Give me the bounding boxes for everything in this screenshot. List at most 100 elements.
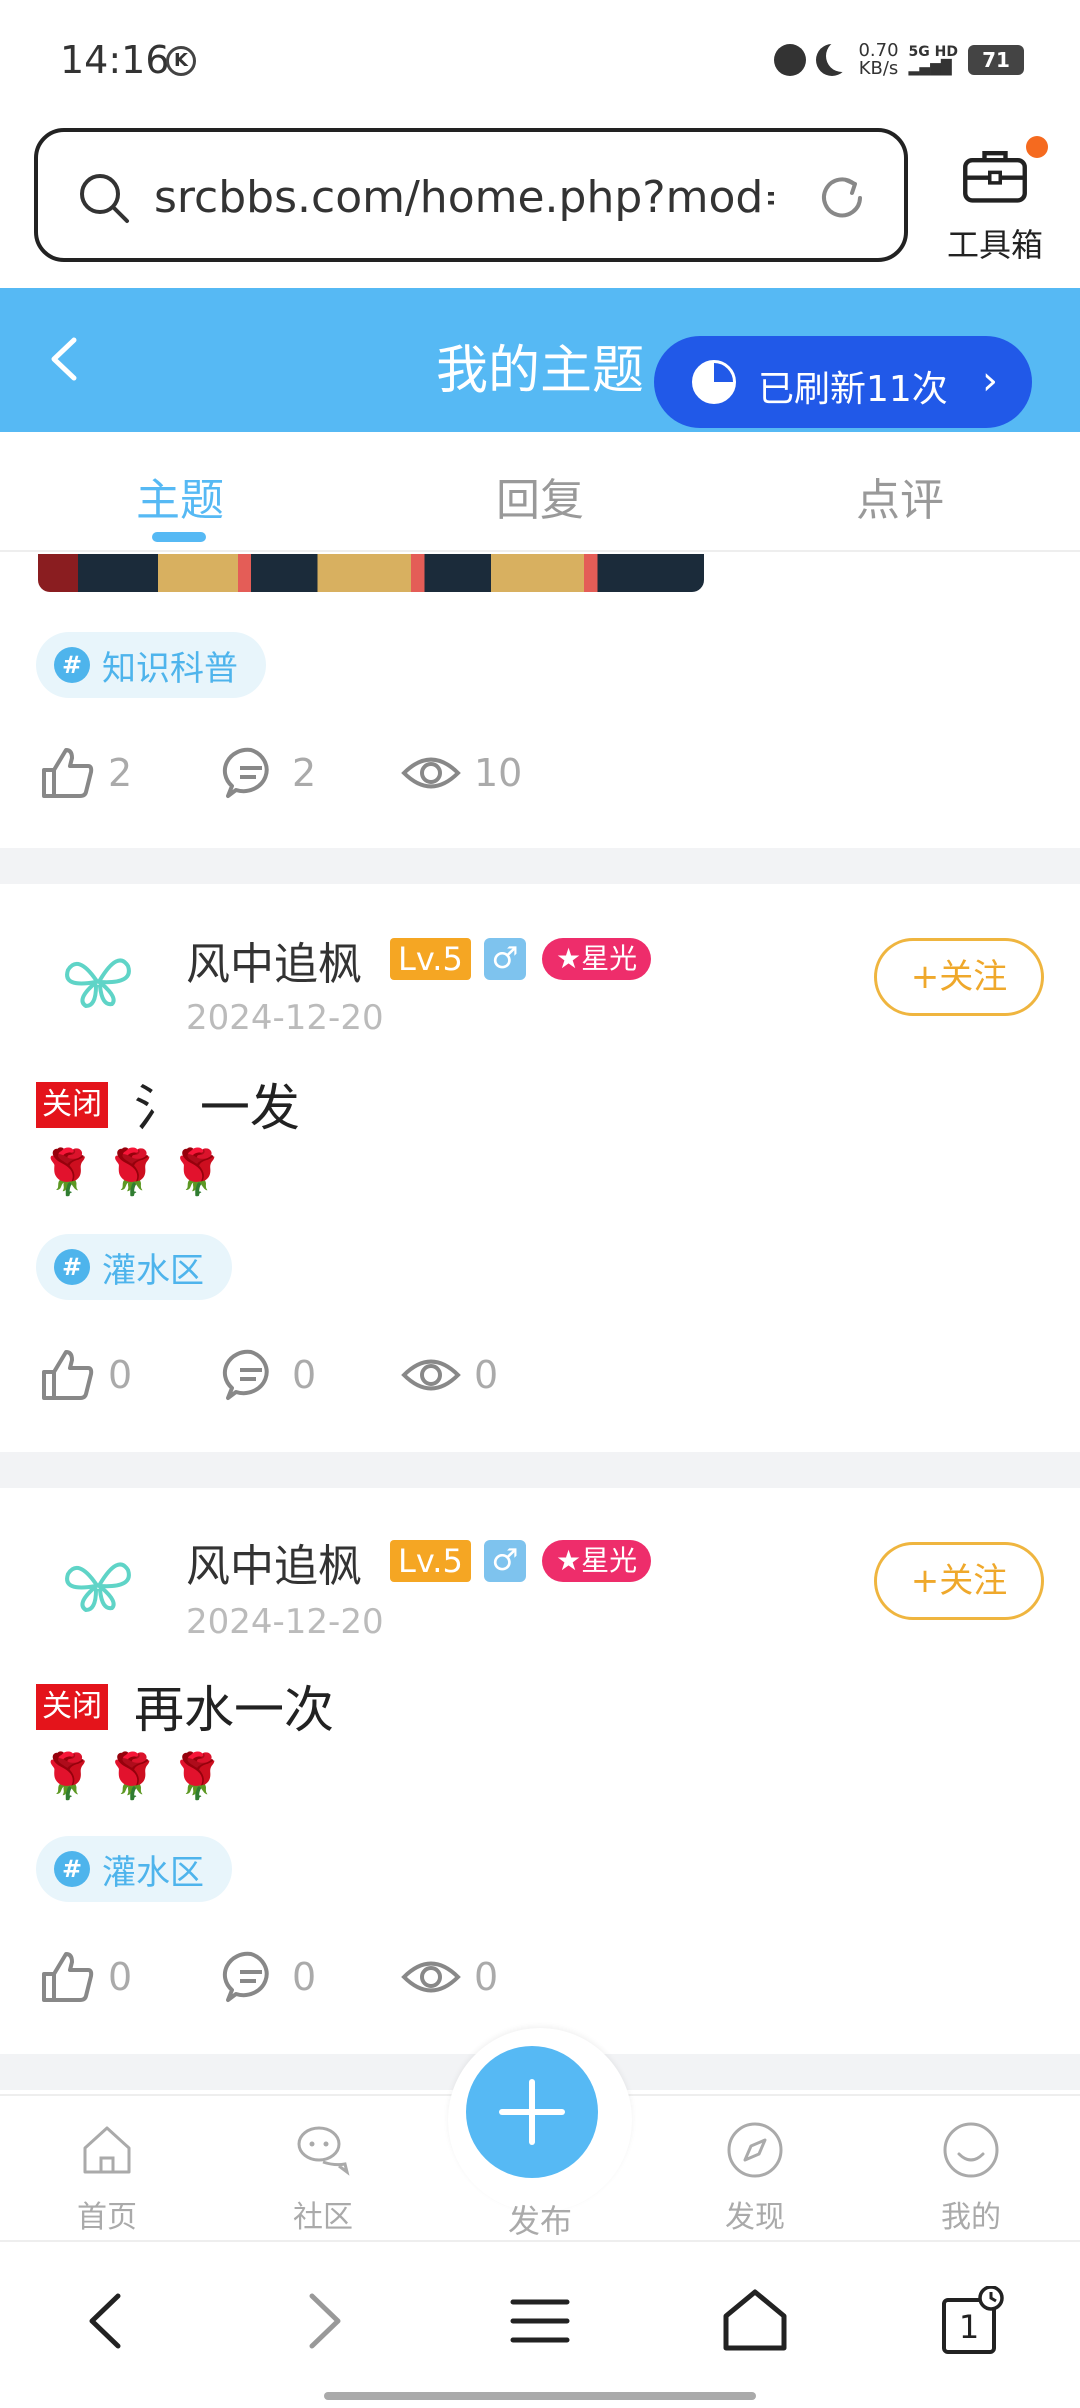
- tab-topics[interactable]: 主题: [0, 464, 360, 528]
- post-content[interactable]: 🌹🌹🌹: [40, 1146, 234, 1198]
- tab-comments[interactable]: 点评: [720, 464, 1080, 528]
- comment-button[interactable]: 0: [222, 1942, 316, 2012]
- like-button[interactable]: 0: [38, 1942, 132, 2012]
- moon-icon: [816, 44, 848, 76]
- comment-icon: [222, 747, 269, 798]
- nav-discover[interactable]: 发现: [680, 2120, 830, 2236]
- post-stats: 0 0 0: [38, 1942, 738, 2012]
- comment-count: 0: [292, 1353, 317, 1397]
- eye-icon: [401, 757, 461, 789]
- closed-badge: 关闭: [36, 1684, 108, 1730]
- tab-indicator: [152, 532, 206, 542]
- star-badge: ★星光: [542, 1540, 652, 1582]
- toolbox-button[interactable]: 工具箱: [940, 136, 1050, 266]
- k-icon: K: [166, 46, 196, 76]
- comment-icon: [222, 1951, 269, 2002]
- view-count: 0: [474, 1353, 499, 1397]
- topic-tag[interactable]: # 灌水区: [36, 1234, 232, 1300]
- url-bar[interactable]: srcbbs.com/home.php?mod=…: [34, 128, 908, 262]
- male-icon: ♂: [484, 1540, 526, 1582]
- publish-button[interactable]: [466, 2046, 598, 2178]
- level-badge: Lv.5: [390, 1540, 471, 1582]
- like-count: 0: [108, 1955, 133, 1999]
- nav-label: 发现: [725, 2200, 785, 2235]
- publish-label: 发布: [507, 2202, 572, 2240]
- topic-tag[interactable]: # 灌水区: [36, 1836, 232, 1902]
- post-date: 2024-12-20: [186, 1602, 384, 1642]
- battery-icon: 71: [968, 45, 1024, 75]
- comment-count: 2: [292, 751, 317, 795]
- tabs-button[interactable]: 1: [936, 2286, 1006, 2356]
- star-badge: ★星光: [542, 938, 652, 980]
- publish-fab-container: [448, 2028, 632, 2212]
- thumbs-up-icon: [42, 748, 94, 798]
- browser-back-icon[interactable]: [72, 2286, 142, 2356]
- topic-tag[interactable]: # 知识科普: [36, 632, 266, 698]
- network-type: 5G HD: [908, 44, 958, 60]
- view-count: 10: [474, 751, 523, 795]
- comment-button[interactable]: 0: [222, 1340, 316, 1410]
- closed-badge: 关闭: [36, 1082, 108, 1128]
- compass-icon: [727, 2122, 783, 2178]
- follow-button[interactable]: +关注: [874, 938, 1044, 1016]
- post-image[interactable]: [38, 554, 704, 592]
- nav-home[interactable]: 首页: [32, 2120, 182, 2236]
- network-speed: 0.70 KB/s: [858, 42, 898, 78]
- nav-label: 我的: [941, 2200, 1001, 2235]
- signal-icon: 5G HD ▂▄▆█: [908, 44, 958, 76]
- comment-button[interactable]: 2: [222, 738, 316, 808]
- post-stats: 2 2 10: [38, 738, 738, 808]
- nav-community[interactable]: 社区: [248, 2120, 398, 2236]
- view-count: 0: [474, 1955, 499, 1999]
- follow-button[interactable]: +关注: [874, 1542, 1044, 1620]
- comment-count: 0: [292, 1955, 317, 1999]
- eye-icon: [401, 1359, 461, 1391]
- thumbs-up-icon: [42, 1952, 94, 2002]
- status-bar: 14:16 K 0.70 KB/s 5G HD ▂▄▆█ 71: [0, 0, 1080, 120]
- post-title[interactable]: 氵 一发: [134, 1068, 300, 1140]
- alarm-icon: [774, 44, 807, 76]
- avatar[interactable]: [58, 940, 138, 1020]
- avatar[interactable]: [58, 1544, 138, 1624]
- views-indicator: 10: [400, 738, 522, 808]
- browser-toolbar: 1: [0, 2240, 1080, 2408]
- thumbs-up-icon: [42, 1350, 94, 1400]
- male-icon: ♂: [484, 938, 526, 980]
- nav-label: 首页: [77, 2200, 137, 2235]
- post-stats: 0 0 0: [38, 1340, 738, 1410]
- hash-icon: #: [54, 1851, 90, 1887]
- like-button[interactable]: 2: [38, 738, 132, 808]
- level-badge: Lv.5: [390, 938, 471, 980]
- menu-icon[interactable]: [505, 2286, 575, 2356]
- toolbox-label: 工具箱: [946, 226, 1043, 264]
- author-name[interactable]: 风中追枫: [186, 1530, 362, 1594]
- search-icon: [80, 174, 129, 223]
- toolbox-icon: [963, 150, 1027, 203]
- status-icons: 0.70 KB/s 5G HD ▂▄▆█ 71: [774, 42, 1024, 78]
- views-indicator: 0: [400, 1340, 498, 1410]
- tab-bar: 主题 回复 点评: [0, 432, 1080, 552]
- post-feed: # 知识科普 2 2 10 风中追枫 Lv.5 ♂ ★星光 2024-12-20…: [0, 554, 1080, 2094]
- page-header: 我的主题 已刷新11次 ›: [0, 288, 1080, 432]
- post-content[interactable]: 🌹🌹🌹: [40, 1750, 234, 1802]
- post-title[interactable]: 再水一次: [134, 1670, 334, 1742]
- author-name[interactable]: 风中追枫: [186, 928, 362, 992]
- community-icon: [297, 2126, 350, 2176]
- home-indicator[interactable]: [324, 2392, 756, 2400]
- tab-replies[interactable]: 回复: [360, 464, 720, 528]
- like-count: 2: [108, 751, 133, 795]
- hash-icon: #: [54, 1249, 90, 1285]
- like-button[interactable]: 0: [38, 1340, 132, 1410]
- speed-unit: KB/s: [858, 58, 899, 79]
- browser-forward-icon[interactable]: [288, 2286, 358, 2356]
- post-date: 2024-12-20: [186, 998, 384, 1038]
- refresh-count-button[interactable]: 已刷新11次 ›: [654, 336, 1032, 428]
- url-text[interactable]: srcbbs.com/home.php?mod=…: [154, 172, 774, 223]
- divider: [0, 848, 1080, 884]
- nav-mine[interactable]: 我的: [896, 2120, 1046, 2236]
- tag-label: 灌水区: [102, 1250, 204, 1291]
- browser-home-icon[interactable]: [720, 2286, 790, 2356]
- divider: [0, 1452, 1080, 1488]
- hash-icon: #: [54, 647, 90, 683]
- reload-icon[interactable]: [816, 172, 868, 224]
